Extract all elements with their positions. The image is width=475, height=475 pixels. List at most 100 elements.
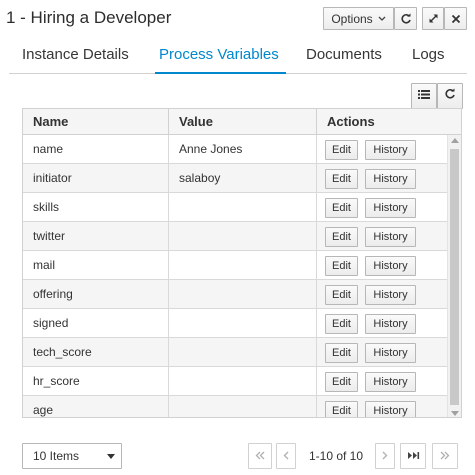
variable-value-cell: Anne Jones bbox=[169, 135, 317, 164]
scrollbar-thumb[interactable] bbox=[450, 149, 459, 405]
variable-value-cell bbox=[169, 222, 317, 251]
variable-value-cell bbox=[169, 280, 317, 309]
actions-cell: Edit History bbox=[317, 251, 447, 280]
prev-page-icon bbox=[283, 447, 289, 465]
table-row[interactable]: mail Edit History bbox=[23, 251, 447, 280]
variable-name-cell: skills bbox=[23, 193, 169, 222]
vertical-scrollbar[interactable] bbox=[447, 135, 461, 417]
variable-value-cell bbox=[169, 193, 317, 222]
column-list-icon bbox=[418, 87, 430, 105]
expand-icon bbox=[428, 13, 439, 24]
scroll-up-icon[interactable] bbox=[451, 138, 459, 143]
table-row[interactable]: hr_score Edit History bbox=[23, 367, 447, 396]
scroll-down-icon[interactable] bbox=[451, 411, 459, 416]
edit-button[interactable]: Edit bbox=[325, 227, 358, 247]
next-page-icon bbox=[382, 447, 388, 465]
tab-bar: Instance Details Process Variables Docum… bbox=[9, 37, 467, 74]
actions-cell: Edit History bbox=[317, 367, 447, 396]
tab-instance-details[interactable]: Instance Details bbox=[22, 46, 129, 63]
variable-value-cell bbox=[169, 309, 317, 338]
end-icon bbox=[440, 447, 450, 465]
next-page-button[interactable] bbox=[375, 443, 395, 469]
variable-name-cell: tech_score bbox=[23, 338, 169, 367]
variable-name-cell: signed bbox=[23, 309, 169, 338]
variable-name-cell: name bbox=[23, 135, 169, 164]
variable-name-cell: twitter bbox=[23, 222, 169, 251]
tab-documents[interactable]: Documents bbox=[306, 46, 382, 63]
variable-value-cell bbox=[169, 396, 317, 417]
actions-cell: Edit History bbox=[317, 193, 447, 222]
history-button[interactable]: History bbox=[365, 314, 416, 334]
actions-cell: Edit History bbox=[317, 135, 447, 164]
history-button[interactable]: History bbox=[365, 256, 416, 276]
variable-value-cell bbox=[169, 338, 317, 367]
table-header: Name Value Actions bbox=[23, 109, 461, 135]
table-row[interactable]: initiator salaboy Edit History bbox=[23, 164, 447, 193]
active-tab-indicator bbox=[155, 72, 286, 74]
history-button[interactable]: History bbox=[365, 401, 416, 417]
close-icon bbox=[451, 14, 461, 24]
actions-cell: Edit History bbox=[317, 164, 447, 193]
table-row[interactable]: twitter Edit History bbox=[23, 222, 447, 251]
table-row[interactable]: signed Edit History bbox=[23, 309, 447, 338]
page-size-value: 10 Items bbox=[33, 449, 80, 463]
history-button[interactable]: History bbox=[365, 372, 416, 392]
table-row[interactable]: name Anne Jones Edit History bbox=[23, 135, 447, 164]
end-button[interactable] bbox=[432, 443, 458, 469]
table-body: age Edit History hr_score Edit History tech_sc… bbox=[23, 135, 461, 417]
grid-refresh-button[interactable] bbox=[437, 83, 463, 109]
tab-logs[interactable]: Logs bbox=[412, 46, 445, 63]
actions-cell: Edit History bbox=[317, 309, 447, 338]
variable-value-cell bbox=[169, 251, 317, 280]
process-variables-table: Name Value Actions age Edit History hr_scor… bbox=[22, 108, 462, 418]
prev-page-button[interactable] bbox=[276, 443, 296, 469]
page-info: 1-10 of 10 bbox=[308, 449, 364, 463]
edit-button[interactable]: Edit bbox=[325, 285, 358, 305]
tab-process-variables[interactable]: Process Variables bbox=[159, 46, 279, 63]
first-page-button[interactable] bbox=[248, 443, 272, 469]
edit-button[interactable]: Edit bbox=[325, 169, 358, 189]
table-row[interactable]: tech_score Edit History bbox=[23, 338, 447, 367]
maximize-button[interactable] bbox=[422, 7, 444, 30]
column-picker-button[interactable] bbox=[411, 83, 437, 109]
history-button[interactable]: History bbox=[365, 198, 416, 218]
page-title: 1 - Hiring a Developer bbox=[6, 8, 172, 27]
first-page-icon bbox=[255, 447, 265, 465]
history-button[interactable]: History bbox=[365, 285, 416, 305]
variable-name-cell: mail bbox=[23, 251, 169, 280]
history-button[interactable]: History bbox=[365, 169, 416, 189]
edit-button[interactable]: Edit bbox=[325, 140, 358, 160]
last-page-button[interactable] bbox=[400, 443, 426, 469]
edit-button[interactable]: Edit bbox=[325, 372, 358, 392]
edit-button[interactable]: Edit bbox=[325, 314, 358, 334]
history-button[interactable]: History bbox=[365, 227, 416, 247]
history-button[interactable]: History bbox=[365, 140, 416, 160]
edit-button[interactable]: Edit bbox=[325, 256, 358, 276]
page-size-select[interactable]: 10 Items bbox=[22, 443, 122, 469]
edit-button[interactable]: Edit bbox=[325, 198, 358, 218]
actions-cell: Edit History bbox=[317, 396, 447, 417]
options-label: Options bbox=[331, 11, 373, 26]
refresh-button[interactable] bbox=[394, 7, 417, 30]
variable-name-cell: hr_score bbox=[23, 367, 169, 396]
edit-button[interactable]: Edit bbox=[325, 401, 358, 417]
variable-name-cell: offering bbox=[23, 280, 169, 309]
column-header-name[interactable]: Name bbox=[23, 109, 169, 135]
close-button[interactable] bbox=[444, 7, 467, 30]
column-header-value[interactable]: Value bbox=[169, 109, 317, 135]
last-page-icon bbox=[407, 447, 420, 465]
table-row[interactable]: skills Edit History bbox=[23, 193, 447, 222]
table-row[interactable]: offering Edit History bbox=[23, 280, 447, 309]
options-dropdown-button[interactable]: Options bbox=[323, 7, 394, 30]
history-button[interactable]: History bbox=[365, 343, 416, 363]
edit-button[interactable]: Edit bbox=[325, 343, 358, 363]
caret-down-icon bbox=[107, 454, 115, 459]
column-header-actions[interactable]: Actions bbox=[317, 109, 461, 135]
actions-cell: Edit History bbox=[317, 338, 447, 367]
variable-name-cell: age bbox=[23, 396, 169, 417]
variable-name-cell: initiator bbox=[23, 164, 169, 193]
actions-cell: Edit History bbox=[317, 280, 447, 309]
variable-value-cell bbox=[169, 367, 317, 396]
table-row[interactable]: age Edit History bbox=[23, 396, 447, 417]
variable-value-cell: salaboy bbox=[169, 164, 317, 193]
